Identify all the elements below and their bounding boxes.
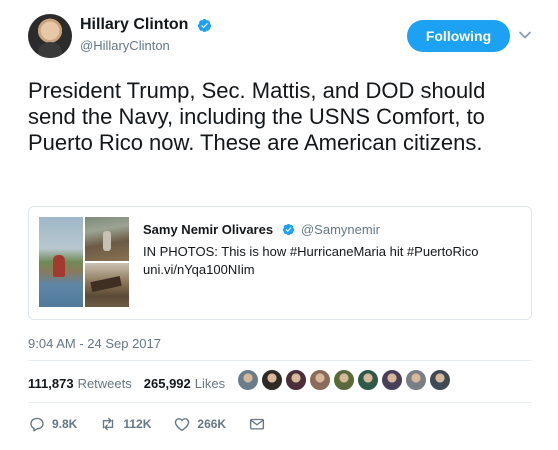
envelope-icon bbox=[250, 418, 265, 430]
liker-avatar[interactable] bbox=[429, 369, 451, 391]
engagement-stats: 111,873 Retweets 265,992 Likes bbox=[28, 372, 225, 394]
retweets-label[interactable]: Retweets bbox=[78, 376, 132, 391]
heart-icon bbox=[175, 418, 190, 432]
reply-icon bbox=[30, 417, 44, 432]
liker-avatar[interactable] bbox=[357, 369, 379, 391]
author-block[interactable]: Hillary Clinton @HillaryClinton bbox=[80, 16, 212, 53]
liker-avatar[interactable] bbox=[261, 369, 283, 391]
tweet-actions: 9.8K 112K 266K bbox=[28, 414, 266, 434]
likes-count[interactable]: 265,992 bbox=[144, 376, 191, 391]
like-button[interactable]: 266K bbox=[173, 415, 226, 433]
like-count: 266K bbox=[197, 417, 227, 431]
quoted-tweet-text: IN PHOTOS: This is how #HurricaneMaria h… bbox=[143, 243, 523, 279]
quoted-author-handle: @Samynemir bbox=[300, 222, 380, 238]
liker-avatar[interactable] bbox=[237, 369, 259, 391]
following-button[interactable]: Following bbox=[407, 20, 510, 52]
divider bbox=[28, 360, 532, 361]
divider bbox=[28, 402, 532, 403]
avatar[interactable] bbox=[28, 14, 72, 58]
retweets-count[interactable]: 111,873 bbox=[28, 376, 74, 391]
liker-avatars bbox=[237, 369, 453, 393]
media-thumbnail[interactable] bbox=[85, 217, 129, 261]
retweet-button[interactable]: 112K bbox=[99, 415, 151, 433]
retweet-count: 112K bbox=[123, 417, 152, 431]
tweet-text: President Trump, Sec. Mattis, and DOD sh… bbox=[28, 78, 486, 155]
tweet-timestamp[interactable]: 9:04 AM - 24 Sep 2017 bbox=[28, 336, 161, 351]
tweet-header: Hillary Clinton @HillaryClinton Followin… bbox=[28, 14, 540, 62]
quoted-tweet-body: Samy Nemir Olivares @Samynemir IN PHOTOS… bbox=[143, 221, 523, 279]
quoted-tweet[interactable]: Samy Nemir Olivares @Samynemir IN PHOTOS… bbox=[28, 206, 532, 320]
liker-avatar[interactable] bbox=[333, 369, 355, 391]
chevron-down-icon[interactable] bbox=[518, 28, 532, 42]
author-handle[interactable]: @HillaryClinton bbox=[80, 38, 212, 53]
verified-badge-icon bbox=[197, 18, 211, 32]
media-thumbnail[interactable] bbox=[85, 263, 129, 307]
direct-message-button[interactable] bbox=[248, 415, 266, 433]
retweet-icon bbox=[103, 417, 114, 431]
liker-avatar[interactable] bbox=[309, 369, 331, 391]
quoted-text-line: IN PHOTOS: This is how #HurricaneMaria h… bbox=[143, 244, 479, 259]
quoted-author-name: Samy Nemir Olivares bbox=[143, 222, 274, 238]
liker-avatar[interactable] bbox=[405, 369, 427, 391]
reply-button[interactable]: 9.8K bbox=[28, 415, 77, 433]
verified-badge-icon bbox=[282, 224, 294, 236]
liker-avatar[interactable] bbox=[285, 369, 307, 391]
likes-label[interactable]: Likes bbox=[195, 376, 225, 391]
liker-avatar[interactable] bbox=[381, 369, 403, 391]
quoted-link[interactable]: uni.vi/nYqa100NIim bbox=[143, 261, 523, 279]
reply-count: 9.8K bbox=[52, 417, 78, 431]
author-display-name[interactable]: Hillary Clinton bbox=[80, 16, 188, 34]
quoted-media[interactable] bbox=[39, 217, 129, 307]
media-thumbnail[interactable] bbox=[39, 217, 83, 307]
